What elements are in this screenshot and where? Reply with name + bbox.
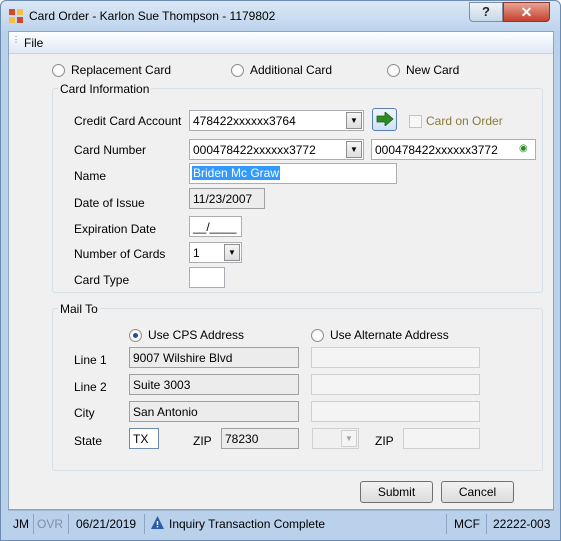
line1-field: 9007 Wilshire Blvd bbox=[129, 347, 299, 368]
credit-card-account-value: 478422xxxxxx3764 bbox=[193, 114, 296, 128]
info-icon bbox=[151, 516, 164, 529]
status-separator bbox=[446, 514, 447, 534]
card-on-order-label: Card on Order bbox=[426, 114, 503, 128]
card-number-display-value: 000478422xxxxxx3772 bbox=[375, 143, 498, 157]
status-bar: JM OVR 06/21/2019 Inquiry Transaction Co… bbox=[8, 510, 554, 536]
alt-city-field bbox=[311, 401, 480, 422]
chevron-down-icon[interactable]: ▼ bbox=[346, 141, 362, 158]
radio-circle-icon bbox=[311, 328, 324, 342]
card-on-order-checkbox[interactable] bbox=[409, 115, 422, 128]
line2-label: Line 2 bbox=[74, 380, 107, 394]
status-system: MCF bbox=[454, 517, 480, 531]
go-arrow-button[interactable] bbox=[372, 108, 397, 131]
zip-value: 78230 bbox=[225, 432, 259, 446]
radio-use-cps-address[interactable]: Use CPS Address bbox=[129, 328, 244, 342]
alt-zip-label: ZIP bbox=[375, 434, 394, 448]
city-label: City bbox=[74, 406, 95, 420]
mail-to-legend: Mail To bbox=[58, 302, 100, 316]
menu-file[interactable]: File bbox=[24, 36, 43, 50]
date-of-issue-field: 11/23/2007 bbox=[189, 188, 265, 209]
status-separator bbox=[144, 514, 145, 534]
radio-circle-icon bbox=[52, 63, 65, 77]
number-of-cards-label: Number of Cards bbox=[74, 247, 166, 261]
green-arrow-icon bbox=[376, 111, 394, 127]
expiration-date-input[interactable]: __/____ bbox=[189, 216, 242, 237]
radio-label: Use CPS Address bbox=[148, 328, 245, 342]
zip-field: 78230 bbox=[221, 428, 299, 449]
name-value: Briden Mc Graw bbox=[192, 166, 281, 180]
date-of-issue-value: 11/23/2007 bbox=[193, 192, 253, 206]
dialog-body: ⋮ File Replacement Card Additional Card … bbox=[8, 31, 554, 510]
line2-value: Suite 3003 bbox=[133, 378, 191, 392]
date-of-issue-label: Date of Issue bbox=[74, 196, 145, 210]
status-message: Inquiry Transaction Complete bbox=[169, 517, 326, 531]
name-label: Name bbox=[74, 169, 107, 183]
radio-additional-card[interactable]: Additional Card bbox=[231, 63, 332, 77]
menu-bar: ⋮ File bbox=[9, 32, 553, 54]
app-icon bbox=[9, 9, 23, 23]
chevron-down-icon: ▼ bbox=[341, 430, 357, 447]
radio-use-alternate-address[interactable]: Use Alternate Address bbox=[311, 328, 449, 342]
submit-button[interactable]: Submit bbox=[360, 481, 433, 503]
radio-label: Additional Card bbox=[250, 63, 333, 77]
radio-new-card[interactable]: New Card bbox=[387, 63, 459, 77]
card-type-label: Card Type bbox=[74, 273, 130, 287]
line1-label: Line 1 bbox=[74, 353, 107, 367]
expiration-date-label: Expiration Date bbox=[74, 222, 157, 236]
line2-field: Suite 3003 bbox=[129, 374, 299, 395]
card-type-input[interactable] bbox=[189, 267, 225, 288]
cancel-button[interactable]: Cancel bbox=[441, 481, 514, 503]
city-field: San Antonio bbox=[129, 401, 299, 422]
expiration-date-value: __/____ bbox=[193, 220, 237, 234]
city-value: San Antonio bbox=[133, 405, 198, 419]
status-separator bbox=[486, 514, 487, 534]
credit-card-account-combo[interactable]: 478422xxxxxx3764 ▼ bbox=[189, 110, 364, 131]
radio-label: New Card bbox=[406, 63, 460, 77]
credit-card-account-label: Credit Card Account bbox=[74, 114, 182, 128]
zip-label: ZIP bbox=[193, 434, 212, 448]
status-date: 06/21/2019 bbox=[76, 517, 137, 531]
card-order-window: Card Order - Karlon Sue Thompson - 11798… bbox=[0, 0, 561, 541]
number-of-cards-value: 1 bbox=[193, 246, 200, 260]
status-code: 22222-003 bbox=[493, 517, 551, 531]
status-separator bbox=[68, 514, 69, 534]
status-mode: OVR bbox=[37, 517, 64, 531]
card-number-value: 000478422xxxxxx3772 bbox=[193, 143, 316, 157]
help-button[interactable]: ? bbox=[469, 2, 503, 22]
eye-icon[interactable]: ◉ bbox=[519, 143, 528, 154]
status-user: JM bbox=[13, 517, 29, 531]
alt-state-combo: ▼ bbox=[312, 428, 359, 449]
chevron-down-icon[interactable]: ▼ bbox=[346, 112, 362, 129]
card-number-display-field[interactable]: 000478422xxxxxx3772 bbox=[371, 139, 536, 160]
radio-replacement-card[interactable]: Replacement Card bbox=[52, 63, 171, 77]
name-input[interactable]: Briden Mc Graw bbox=[189, 163, 397, 184]
line1-value: 9007 Wilshire Blvd bbox=[133, 351, 233, 365]
radio-label: Use Alternate Address bbox=[330, 328, 449, 342]
radio-circle-icon bbox=[387, 63, 400, 77]
window-title: Card Order - Karlon Sue Thompson - 11798… bbox=[29, 9, 276, 23]
chevron-down-icon[interactable]: ▼ bbox=[224, 244, 240, 261]
card-information-legend: Card Information bbox=[58, 82, 152, 96]
card-number-label: Card Number bbox=[74, 143, 147, 157]
state-label: State bbox=[74, 434, 103, 448]
title-bar[interactable]: Card Order - Karlon Sue Thompson - 11798… bbox=[1, 1, 560, 31]
alt-line1-field bbox=[311, 347, 480, 368]
menu-grip-icon: ⋮ bbox=[12, 35, 20, 44]
status-separator bbox=[33, 514, 34, 534]
radio-label: Replacement Card bbox=[71, 63, 172, 77]
close-button[interactable]: ✕ bbox=[503, 2, 550, 22]
number-of-cards-combo[interactable]: 1 ▼ bbox=[189, 242, 242, 263]
radio-selected-icon bbox=[129, 328, 142, 342]
radio-circle-icon bbox=[231, 63, 244, 77]
alt-line2-field bbox=[311, 374, 480, 395]
card-number-combo[interactable]: 000478422xxxxxx3772 ▼ bbox=[189, 139, 364, 160]
state-value: TX bbox=[133, 432, 149, 446]
alt-zip-field bbox=[403, 428, 480, 449]
state-field: TX bbox=[129, 428, 159, 449]
